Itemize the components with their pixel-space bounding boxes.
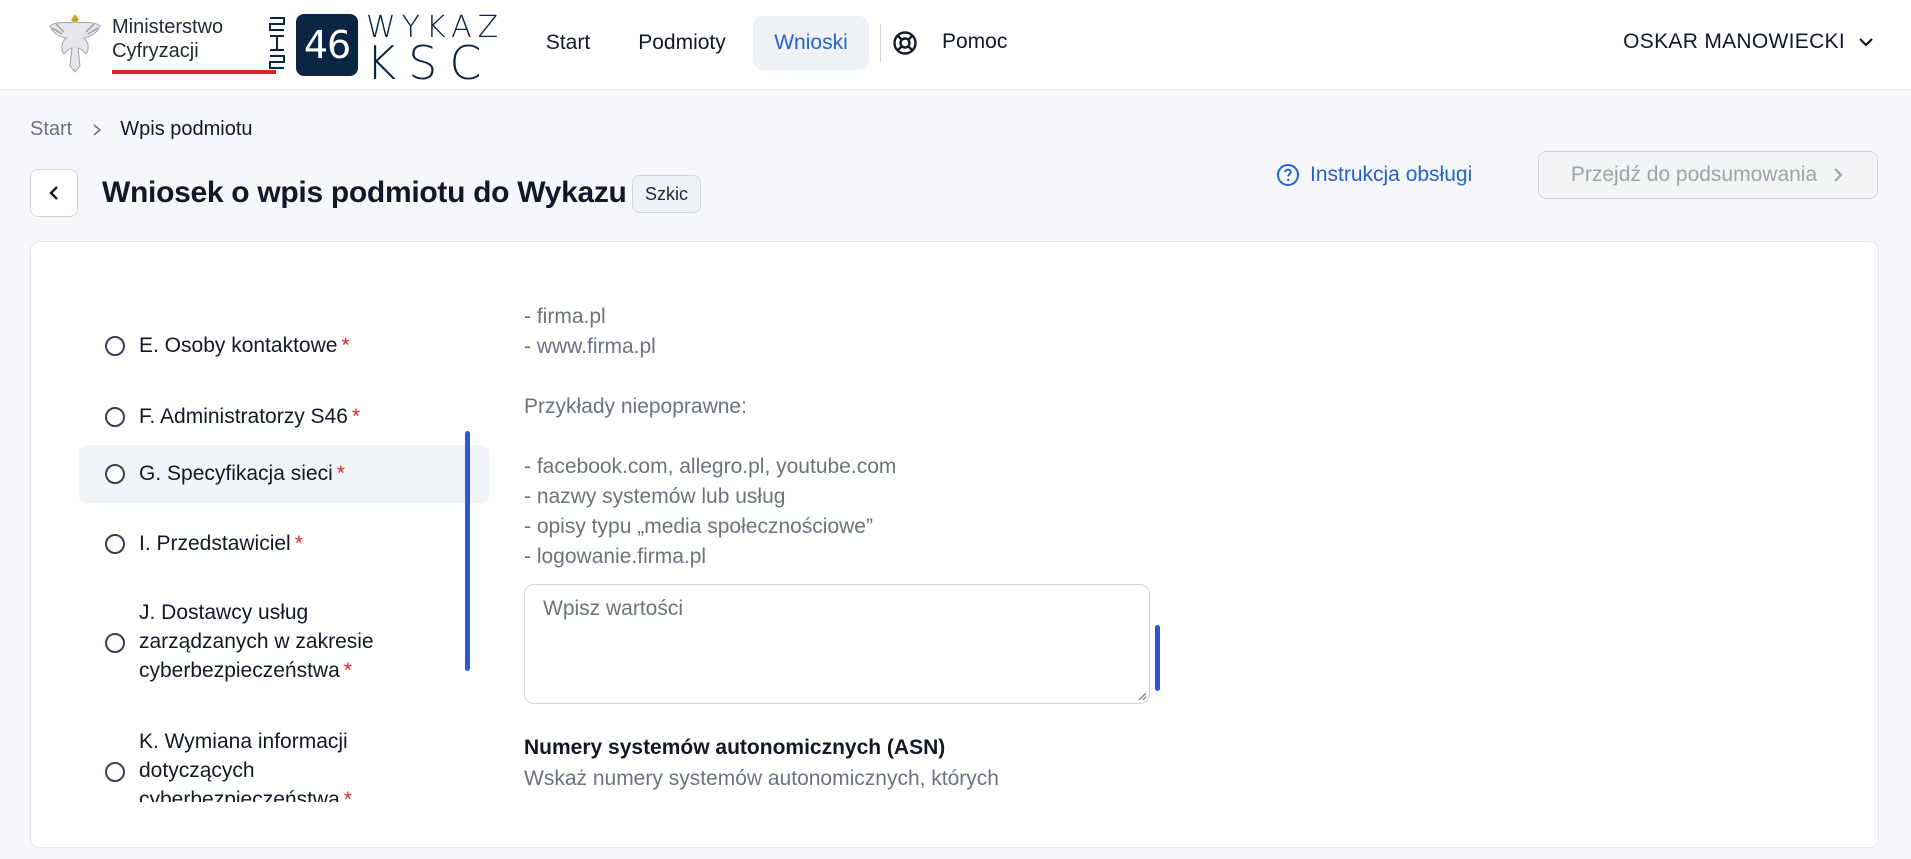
sks-vertical-mark — [269, 17, 285, 69]
ministry-name-line1: Ministerstwo — [112, 16, 224, 38]
step-radio[interactable] — [105, 336, 125, 356]
ksc-logo[interactable]: 46 WYKAZ KSC — [268, 10, 508, 90]
back-button[interactable] — [30, 169, 78, 217]
required-mark: * — [343, 659, 352, 682]
required-mark: * — [351, 405, 361, 428]
step-label: F. Administratorzy S46 — [139, 405, 348, 428]
step-radio[interactable] — [105, 534, 125, 554]
nav-wnioski[interactable]: Wnioski — [753, 16, 869, 70]
ministry-name-line2: Cyfryzacji — [112, 40, 199, 62]
summary-button-label: Przejdź do podsumowania — [1570, 163, 1818, 186]
content-scrollbar[interactable] — [1155, 625, 1160, 691]
ksc-logo-bottom-text: KSC — [366, 36, 494, 90]
help-text-line: - www.firma.pl — [524, 335, 656, 358]
instruction-link[interactable]: Instrukcja obsługi — [1276, 160, 1472, 190]
user-name: OSKAR MANOWIECKI — [1623, 30, 1845, 53]
help-text-line: - facebook.com, allegro.pl, youtube.com — [524, 455, 897, 478]
domains-textarea[interactable]: Wpisz wartości — [524, 584, 1150, 704]
help-text-line: Przykłady niepoprawne: — [524, 395, 747, 418]
asn-field-help: Wskaż numery systemów autonomicznych, kt… — [524, 767, 999, 790]
step-e[interactable]: E. Osoby kontaktowe * — [79, 318, 489, 374]
page-title: Wniosek o wpis podmiotu do Wykazu — [102, 176, 627, 209]
ksc-badge: 46 — [296, 14, 358, 76]
step-label-line2: zarządzanych w zakresie — [139, 630, 374, 653]
chevron-left-icon — [49, 186, 58, 200]
step-label-line1: K. Wymiana informacji — [139, 730, 348, 753]
step-label-line2: dotyczących — [139, 759, 255, 782]
step-k[interactable]: K. Wymiana informacji dotyczących cyberb… — [79, 727, 489, 802]
step-i[interactable]: I. Przedstawiciel * — [79, 516, 489, 572]
instruction-link-label: Instrukcja obsługi — [1310, 163, 1473, 186]
form-panel: E. Osoby kontaktowe * F. Administratorzy … — [30, 241, 1879, 848]
step-radio[interactable] — [105, 633, 125, 653]
ministry-red-line — [112, 70, 276, 74]
step-radio[interactable] — [105, 762, 125, 782]
status-badge: Szkic — [632, 175, 702, 213]
required-mark: * — [294, 532, 303, 555]
step-j[interactable]: J. Dostawcy usług zarządzanych w zakresi… — [79, 598, 489, 688]
breadcrumb-current: Wpis podmiotu — [120, 118, 253, 140]
step-radio[interactable] — [105, 407, 125, 427]
required-mark: * — [343, 788, 352, 802]
step-g-active[interactable]: G. Specyfikacja sieci * — [79, 445, 489, 503]
go-to-summary-button[interactable]: Przejdź do podsumowania — [1538, 151, 1878, 199]
steps-scrollbar[interactable] — [465, 431, 470, 671]
chevron-right-icon — [93, 123, 102, 136]
user-menu[interactable]: OSKAR MANOWIECKI — [1623, 30, 1875, 54]
step-label-line1: J. Dostawcy usług — [139, 601, 309, 624]
resize-grip-icon[interactable] — [1135, 689, 1147, 701]
required-mark: * — [341, 334, 350, 357]
step-label: I. Przedstawiciel — [139, 532, 291, 555]
top-header: Ministerstwo Cyfryzacji 46 WYKAZ KSC Sta… — [0, 0, 1911, 90]
nav-pomoc[interactable]: Pomoc — [942, 30, 1007, 54]
ministry-logo[interactable]: Ministerstwo Cyfryzacji — [44, 10, 276, 78]
asn-field-label: Numery systemów autonomicznych (ASN) — [524, 736, 946, 759]
breadcrumb-start[interactable]: Start — [30, 118, 72, 141]
eagle-emblem-icon — [49, 14, 101, 73]
step-f[interactable]: F. Administratorzy S46 * — [79, 389, 489, 445]
step-label-line3: cyberbezpieczeństwa — [139, 788, 340, 802]
nav-separator — [880, 24, 881, 62]
question-circle-icon — [1277, 164, 1299, 186]
help-text-line: - logowanie.firma.pl — [524, 545, 707, 568]
step-label-line3: cyberbezpieczeństwa — [139, 659, 340, 682]
steps-nav: E. Osoby kontaktowe * F. Administratorzy … — [79, 242, 499, 802]
nav-podmioty[interactable]: Podmioty — [616, 16, 748, 70]
textarea-placeholder: Wpisz wartości — [543, 597, 684, 620]
required-mark: * — [336, 462, 345, 485]
help-text-line: - nazwy systemów lub usług — [524, 485, 786, 508]
breadcrumb: Start Wpis podmiotu — [30, 118, 253, 141]
chevron-down-icon — [1859, 38, 1873, 47]
chevron-right-icon — [1834, 168, 1843, 182]
help-text-line: - firma.pl — [524, 305, 606, 328]
step-radio[interactable] — [105, 464, 125, 484]
help-text-line: - opisy typu „media społecznościowe” — [524, 515, 873, 538]
lifebuoy-icon[interactable] — [892, 30, 918, 56]
step-label: E. Osoby kontaktowe — [139, 334, 338, 357]
step-label: G. Specyfikacja sieci — [139, 462, 333, 485]
nav-start[interactable]: Start — [526, 16, 610, 70]
